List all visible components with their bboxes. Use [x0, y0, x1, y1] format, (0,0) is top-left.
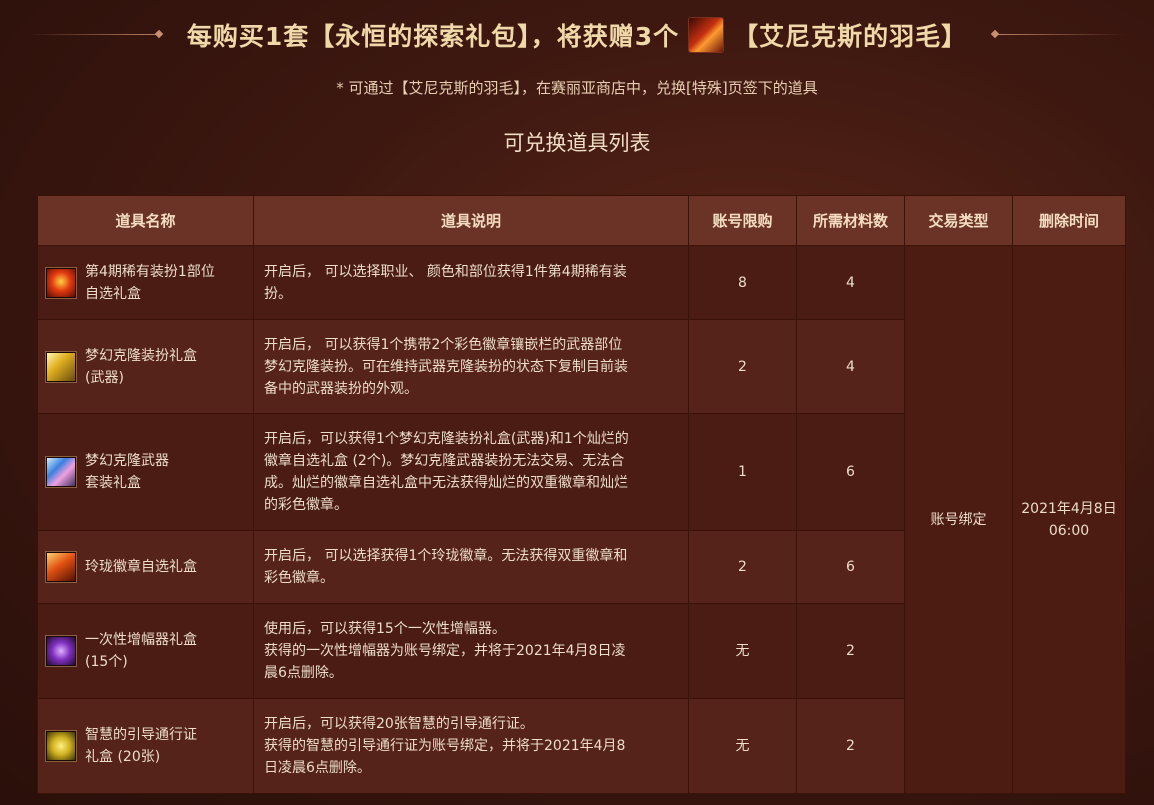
account-limit-cell: 无	[688, 603, 797, 699]
account-limit-cell: 2	[688, 319, 797, 414]
desc-line: 扮。	[264, 285, 292, 302]
desc-line: 开启后，可以获得1个梦幻克隆装扮礼盒(武器)和1个灿烂的	[264, 431, 629, 447]
item-desc-cell: 使用后，可以获得15个一次性增幅器。 获得的一次性增幅器为账号绑定，并将于202…	[253, 603, 689, 699]
section-title: 可兑换道具列表	[503, 131, 651, 155]
header-account-limit: 账号限购	[688, 195, 797, 246]
material-count-cell: 2	[796, 603, 905, 699]
desc-line: 使用后，可以获得15个一次性增幅器。	[264, 621, 506, 637]
weapon-clone-icon	[46, 351, 76, 382]
account-limit-cell: 2	[688, 530, 797, 604]
item-name-line: (武器)	[85, 369, 124, 386]
item-desc-cell: 开启后， 可以选择获得1个玲珑徽章。无法获得双重徽章和 彩色徽章。	[253, 530, 689, 604]
item-desc-cell: 开启后， 可以获得1个携带2个彩色徽章镶嵌栏的武器部位 梦幻克隆装扮。可在维持武…	[253, 319, 689, 414]
banner-title: 每购买1套【永恒的探索礼包】，将获赠3个 【艾尼克斯的羽毛】	[187, 17, 967, 53]
header-delete-time: 删除时间	[1012, 195, 1126, 246]
desc-line: 备中的武器装扮的外观。	[264, 380, 418, 397]
header-material-count: 所需材料数	[796, 195, 905, 246]
item-name-line: 自选礼盒	[85, 285, 141, 302]
item-name-cell: 一次性增幅器礼盒 (15个)	[37, 603, 254, 699]
table-header-row: 道具名称 道具说明 账号限购 所需材料数 交易类型 删除时间	[37, 195, 1126, 246]
delete-hour: 06:00	[1048, 522, 1090, 539]
item-name-line: 一次性增幅器礼盒	[85, 632, 197, 648]
desc-line: 开启后， 可以选择获得1个玲珑徽章。无法获得双重徽章和	[264, 548, 628, 564]
item-name-line: 梦幻克隆装扮礼盒	[85, 347, 197, 364]
exchange-items-table: 道具名称 道具说明 账号限购 所需材料数 交易类型 删除时间 第4期稀有装扮1部…	[37, 195, 1126, 794]
desc-line: 开启后，可以获得20张智慧的引导通行证。	[264, 716, 534, 732]
banner-divider-left	[28, 34, 158, 35]
trade-type-cell: 账号绑定	[904, 245, 1013, 794]
delete-date: 2021年4月8日	[1021, 500, 1117, 517]
emblem-box-icon	[46, 552, 76, 582]
header-trade-type: 交易类型	[904, 195, 1013, 246]
item-name-line: 第4期稀有装扮1部位	[85, 263, 215, 280]
banner-divider-right	[996, 34, 1126, 35]
item-name-line: 礼盒 (20张)	[85, 749, 161, 765]
exchange-note: * 可通过【艾尼克斯的羽毛】，在赛丽亚商店中，兑换[特殊]页签下的道具	[336, 79, 818, 97]
desc-line: 开启后， 可以选择职业、 颜色和部位获得1件第4期稀有装	[264, 263, 627, 280]
table-row: 第4期稀有装扮1部位 自选礼盒 开启后， 可以选择职业、 颜色和部位获得1件第4…	[37, 245, 1126, 794]
weapon-set-icon	[46, 457, 76, 487]
desc-line: 梦幻克隆装扮。可在维持武器克隆装扮的状态下复制目前装	[264, 358, 628, 375]
banner-title-after: 【艾尼克斯的羽毛】	[733, 22, 968, 51]
header-item-name: 道具名称	[37, 195, 254, 246]
material-count-cell: 4	[796, 319, 905, 414]
item-name-line: (15个)	[85, 654, 128, 670]
material-count-cell: 6	[796, 530, 905, 604]
item-name-line: 套装礼盒	[85, 475, 141, 491]
item-name-cell: 玲珑徽章自选礼盒	[37, 530, 254, 604]
desc-line: 的彩色徽章。	[264, 497, 348, 513]
item-name-cell: 梦幻克隆装扮礼盒 (武器)	[37, 319, 254, 414]
costume-box-icon	[46, 267, 76, 298]
desc-line: 成。灿烂的徽章自选礼盒中无法获得灿烂的双重徽章和灿烂	[264, 475, 628, 491]
account-limit-cell: 8	[688, 245, 797, 320]
desc-line: 开启后， 可以获得1个携带2个彩色徽章镶嵌栏的武器部位	[264, 336, 623, 353]
promo-banner: 每购买1套【永恒的探索礼包】，将获赠3个 【艾尼克斯的羽毛】	[0, 12, 1154, 58]
material-count-cell: 6	[796, 413, 905, 531]
desc-line: 日凌晨6点删除。	[264, 760, 371, 776]
account-limit-cell: 无	[688, 698, 797, 794]
feather-icon	[689, 18, 724, 52]
item-desc-cell: 开启后，可以获得1个梦幻克隆装扮礼盒(武器)和1个灿烂的 徽章自选礼盒 (2个)…	[253, 413, 689, 531]
delete-time-cell: 2021年4月8日 06:00	[1012, 245, 1126, 794]
item-name-cell: 智慧的引导通行证 礼盒 (20张)	[37, 698, 254, 794]
guide-pass-icon	[46, 731, 76, 761]
desc-line: 获得的智慧的引导通行证为账号绑定，并将于2021年4月8	[264, 738, 626, 754]
item-name-cell: 梦幻克隆武器 套装礼盒	[37, 413, 254, 531]
item-desc-cell: 开启后，可以获得20张智慧的引导通行证。 获得的智慧的引导通行证为账号绑定，并将…	[253, 698, 689, 794]
item-name-line: 梦幻克隆武器	[85, 453, 169, 469]
desc-line: 徽章自选礼盒 (2个)。梦幻克隆武器装扮无法交易、无法合	[264, 453, 625, 469]
item-desc-cell: 开启后， 可以选择职业、 颜色和部位获得1件第4期稀有装 扮。	[253, 245, 689, 320]
account-limit-cell: 1	[688, 413, 797, 531]
item-name-line: 玲珑徽章自选礼盒	[85, 559, 197, 575]
amplifier-box-icon	[46, 636, 76, 666]
desc-line: 彩色徽章。	[264, 570, 334, 586]
material-count-cell: 4	[796, 245, 905, 320]
banner-title-before: 每购买1套【永恒的探索礼包】，将获赠3个	[186, 22, 680, 51]
header-item-desc: 道具说明	[253, 195, 689, 246]
material-count-cell: 2	[796, 698, 905, 794]
item-name-line: 智慧的引导通行证	[85, 727, 197, 743]
desc-line: 晨6点删除。	[264, 665, 343, 681]
desc-line: 获得的一次性增幅器为账号绑定，并将于2021年4月8日凌	[264, 643, 626, 659]
item-name-cell: 第4期稀有装扮1部位 自选礼盒	[37, 245, 254, 320]
